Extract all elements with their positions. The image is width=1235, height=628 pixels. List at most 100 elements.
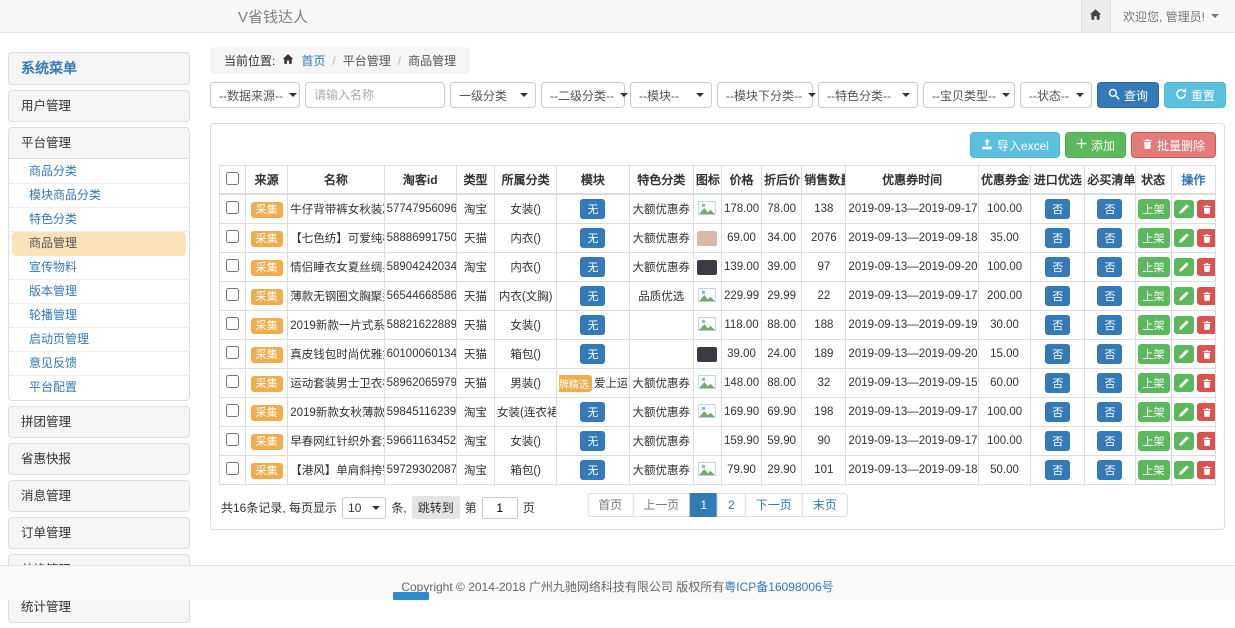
- sidebar-subitem[interactable]: 意见反馈: [9, 352, 189, 376]
- home-button[interactable]: [1081, 0, 1111, 32]
- import-toggle[interactable]: 否: [1045, 199, 1070, 219]
- must-buy-toggle[interactable]: 否: [1097, 199, 1122, 219]
- must-buy-toggle[interactable]: 否: [1097, 228, 1122, 248]
- must-buy-toggle[interactable]: 否: [1097, 373, 1122, 393]
- pager-item[interactable]: 2: [717, 493, 746, 517]
- edit-button[interactable]: [1174, 229, 1194, 247]
- import-toggle[interactable]: 否: [1045, 373, 1070, 393]
- import-toggle[interactable]: 否: [1045, 257, 1070, 277]
- edit-button[interactable]: [1174, 258, 1194, 276]
- status-toggle[interactable]: 上架: [1138, 257, 1170, 277]
- breadcrumb-home-link[interactable]: 首页: [301, 52, 325, 69]
- import-toggle[interactable]: 否: [1045, 431, 1070, 451]
- status-toggle[interactable]: 上架: [1138, 286, 1170, 306]
- sidebar-group[interactable]: 拼团管理: [8, 406, 190, 438]
- status-toggle[interactable]: 上架: [1138, 344, 1170, 364]
- module-none-badge[interactable]: 无: [580, 460, 605, 480]
- sidebar-subitem[interactable]: 特色分类: [9, 208, 189, 232]
- pager-item[interactable]: 下一页: [745, 493, 803, 517]
- must-buy-toggle[interactable]: 否: [1097, 402, 1122, 422]
- edit-button[interactable]: [1174, 374, 1194, 392]
- sidebar-group-label[interactable]: 平台管理: [9, 128, 189, 158]
- module-none-badge[interactable]: 无: [580, 344, 605, 364]
- user-menu[interactable]: 欢迎您, 管理员!: [1111, 8, 1235, 25]
- batch-delete-button[interactable]: 批量删除: [1131, 132, 1216, 158]
- delete-button[interactable]: [1197, 287, 1216, 305]
- filter-select[interactable]: --特色分类--: [818, 82, 918, 108]
- import-toggle[interactable]: 否: [1045, 228, 1070, 248]
- must-buy-toggle[interactable]: 否: [1097, 344, 1122, 364]
- delete-button[interactable]: [1197, 461, 1216, 479]
- jump-page-input[interactable]: [482, 497, 518, 519]
- select-all-checkbox[interactable]: [226, 172, 239, 185]
- edit-button[interactable]: [1174, 200, 1194, 218]
- status-toggle[interactable]: 上架: [1138, 373, 1170, 393]
- sidebar-group[interactable]: 订单管理: [8, 517, 190, 549]
- import-toggle[interactable]: 否: [1045, 460, 1070, 480]
- row-checkbox[interactable]: [226, 375, 239, 388]
- edit-button[interactable]: [1174, 287, 1194, 305]
- filter-select[interactable]: 一级分类: [450, 82, 536, 108]
- delete-button[interactable]: [1197, 316, 1216, 334]
- module-none-badge[interactable]: 无: [580, 228, 605, 248]
- jump-button[interactable]: 跳转到: [412, 496, 460, 519]
- status-toggle[interactable]: 上架: [1138, 315, 1170, 335]
- filter-select[interactable]: --模块下分类--: [717, 82, 813, 108]
- icp-link[interactable]: 粤ICP备16098006号: [724, 580, 833, 594]
- delete-button[interactable]: [1197, 258, 1216, 276]
- per-page-select[interactable]: 10: [342, 497, 386, 519]
- edit-button[interactable]: [1174, 345, 1194, 363]
- edit-button[interactable]: [1174, 403, 1194, 421]
- reset-button[interactable]: 重置: [1164, 82, 1226, 108]
- filter-select[interactable]: --二级分类--: [541, 82, 625, 108]
- sidebar-subitem[interactable]: 启动页管理: [9, 328, 189, 352]
- sidebar-group[interactable]: 消息管理: [8, 480, 190, 512]
- status-toggle[interactable]: 上架: [1138, 431, 1170, 451]
- filter-select-data-source[interactable]: --数据来源--: [210, 82, 300, 108]
- row-checkbox[interactable]: [226, 404, 239, 417]
- row-checkbox[interactable]: [226, 462, 239, 475]
- status-toggle[interactable]: 上架: [1138, 199, 1170, 219]
- module-none-badge[interactable]: 无: [580, 402, 605, 422]
- delete-button[interactable]: [1197, 200, 1216, 218]
- pager-item[interactable]: 末页: [802, 493, 848, 517]
- search-button[interactable]: 查询: [1097, 82, 1159, 108]
- name-search-input[interactable]: [305, 82, 445, 108]
- sidebar-subitem[interactable]: 模块商品分类: [9, 184, 189, 208]
- module-none-badge[interactable]: 无: [580, 199, 605, 219]
- add-button[interactable]: 添加: [1065, 132, 1126, 158]
- module-none-badge[interactable]: 无: [580, 431, 605, 451]
- row-checkbox[interactable]: [226, 288, 239, 301]
- status-toggle[interactable]: 上架: [1138, 228, 1170, 248]
- delete-button[interactable]: [1197, 432, 1216, 450]
- row-checkbox[interactable]: [226, 230, 239, 243]
- sidebar-subitem[interactable]: 商品管理: [12, 232, 186, 256]
- pager-item[interactable]: 首页: [587, 493, 633, 517]
- delete-button[interactable]: [1197, 374, 1216, 392]
- import-excel-button[interactable]: 导入excel: [970, 132, 1060, 158]
- must-buy-toggle[interactable]: 否: [1097, 286, 1122, 306]
- must-buy-toggle[interactable]: 否: [1097, 257, 1122, 277]
- pager-item[interactable]: 上一页: [632, 493, 690, 517]
- row-checkbox[interactable]: [226, 259, 239, 272]
- sidebar-subitem[interactable]: 轮播管理: [9, 304, 189, 328]
- delete-button[interactable]: [1197, 403, 1216, 421]
- edit-button[interactable]: [1174, 432, 1194, 450]
- module-none-badge[interactable]: 无: [580, 257, 605, 277]
- status-toggle[interactable]: 上架: [1138, 460, 1170, 480]
- sidebar-subitem[interactable]: 宣传物料: [9, 256, 189, 280]
- delete-button[interactable]: [1197, 229, 1216, 247]
- filter-select[interactable]: --宝贝类型--: [923, 82, 1015, 108]
- filter-select[interactable]: --模块--: [630, 82, 712, 108]
- module-none-badge[interactable]: 无: [580, 315, 605, 335]
- sidebar-subitem[interactable]: 平台配置: [9, 376, 189, 399]
- edit-button[interactable]: [1174, 316, 1194, 334]
- filter-select[interactable]: --状态--: [1020, 82, 1092, 108]
- edit-button[interactable]: [1174, 461, 1194, 479]
- sidebar-group[interactable]: 省惠快报: [8, 443, 190, 475]
- module-none-badge[interactable]: 无: [580, 286, 605, 306]
- import-toggle[interactable]: 否: [1045, 402, 1070, 422]
- must-buy-toggle[interactable]: 否: [1097, 460, 1122, 480]
- import-toggle[interactable]: 否: [1045, 315, 1070, 335]
- import-toggle[interactable]: 否: [1045, 286, 1070, 306]
